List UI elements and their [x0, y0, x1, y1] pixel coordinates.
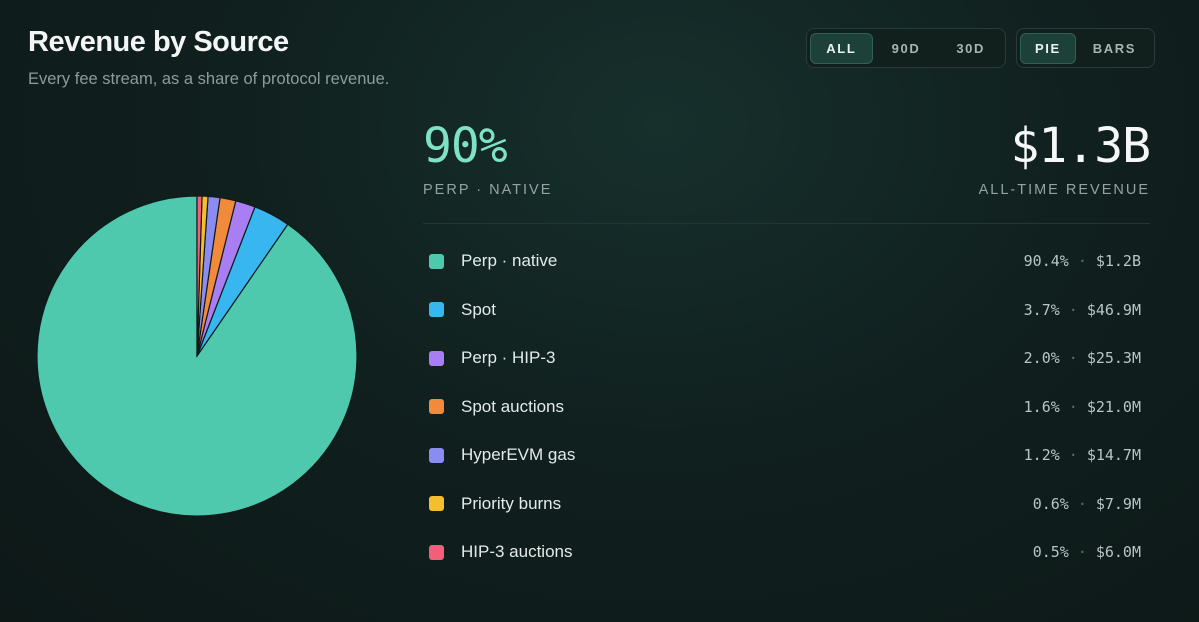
legend-label: Spot: [461, 299, 496, 319]
legend-swatch: [429, 302, 444, 318]
view-bars-button[interactable]: BARS: [1078, 33, 1151, 64]
legend-amount: $6.0M: [1095, 543, 1141, 562]
legend-amount: $21.0M: [1086, 397, 1141, 416]
legend-row[interactable]: Spot 3.7% · $46.9M: [423, 286, 1141, 335]
legend-label: Perp · HIP-3: [461, 348, 556, 368]
legend-row[interactable]: Priority burns 0.6% · $7.9M: [423, 480, 1141, 529]
pie-chart: [36, 195, 358, 517]
total-revenue: $1.3B: [1010, 118, 1151, 174]
total-revenue-label: ALL-TIME REVENUE: [978, 182, 1150, 198]
legend-row[interactable]: Spot auctions 1.6% · $21.0M: [423, 383, 1141, 432]
legend: Perp · native 90.4% · $1.2B Spot 3.7% · $46.…: [423, 237, 1141, 577]
legend-swatch: [429, 544, 444, 560]
range-30d-button[interactable]: 30D: [939, 33, 1002, 64]
legend-swatch: [429, 350, 444, 366]
legend-swatch: [429, 399, 444, 415]
legend-pct: 0.6%: [1032, 494, 1069, 513]
legend-row[interactable]: Perp · HIP-3 2.0% · $25.3M: [423, 334, 1141, 383]
legend-pct: 1.2%: [1023, 446, 1060, 465]
legend-amount: $46.9M: [1086, 300, 1141, 319]
legend-label: Spot auctions: [461, 396, 565, 416]
legend-pct: 2.0%: [1023, 349, 1060, 368]
legend-row[interactable]: HIP-3 auctions 0.5% · $6.0M: [423, 528, 1141, 577]
range-toggle: ALL 90D 30D: [806, 28, 1006, 68]
legend-amount: $7.9M: [1095, 494, 1141, 513]
headline-share: 90%: [423, 118, 508, 174]
legend-label: Priority burns: [461, 493, 562, 513]
legend-label: Perp · native: [461, 251, 558, 271]
legend-pct: 1.6%: [1023, 397, 1060, 416]
legend-pct: 3.7%: [1023, 300, 1060, 319]
legend-label: HIP-3 auctions: [461, 542, 573, 562]
range-90d-button[interactable]: 90D: [875, 33, 938, 64]
legend-row[interactable]: Perp · native 90.4% · $1.2B: [423, 237, 1141, 286]
legend-swatch: [429, 447, 444, 463]
legend-swatch: [429, 253, 444, 269]
legend-pct: 0.5%: [1032, 543, 1069, 562]
legend-amount: $25.3M: [1086, 349, 1141, 368]
page-subtitle: Every fee stream, as a share of protocol…: [28, 70, 390, 88]
headline-label: PERP · NATIVE: [423, 182, 553, 198]
legend-pct: 90.4%: [1023, 252, 1069, 271]
view-toggle: PIE BARS: [1016, 28, 1155, 68]
legend-label: HyperEVM gas: [461, 445, 576, 465]
legend-amount: $1.2B: [1095, 252, 1141, 271]
legend-row[interactable]: HyperEVM gas 1.2% · $14.7M: [423, 431, 1141, 480]
divider: [423, 223, 1150, 224]
legend-swatch: [429, 496, 444, 512]
page-title: Revenue by Source: [28, 26, 289, 58]
range-all-button[interactable]: ALL: [810, 32, 873, 64]
legend-amount: $14.7M: [1086, 446, 1141, 465]
view-pie-button[interactable]: PIE: [1020, 32, 1076, 64]
